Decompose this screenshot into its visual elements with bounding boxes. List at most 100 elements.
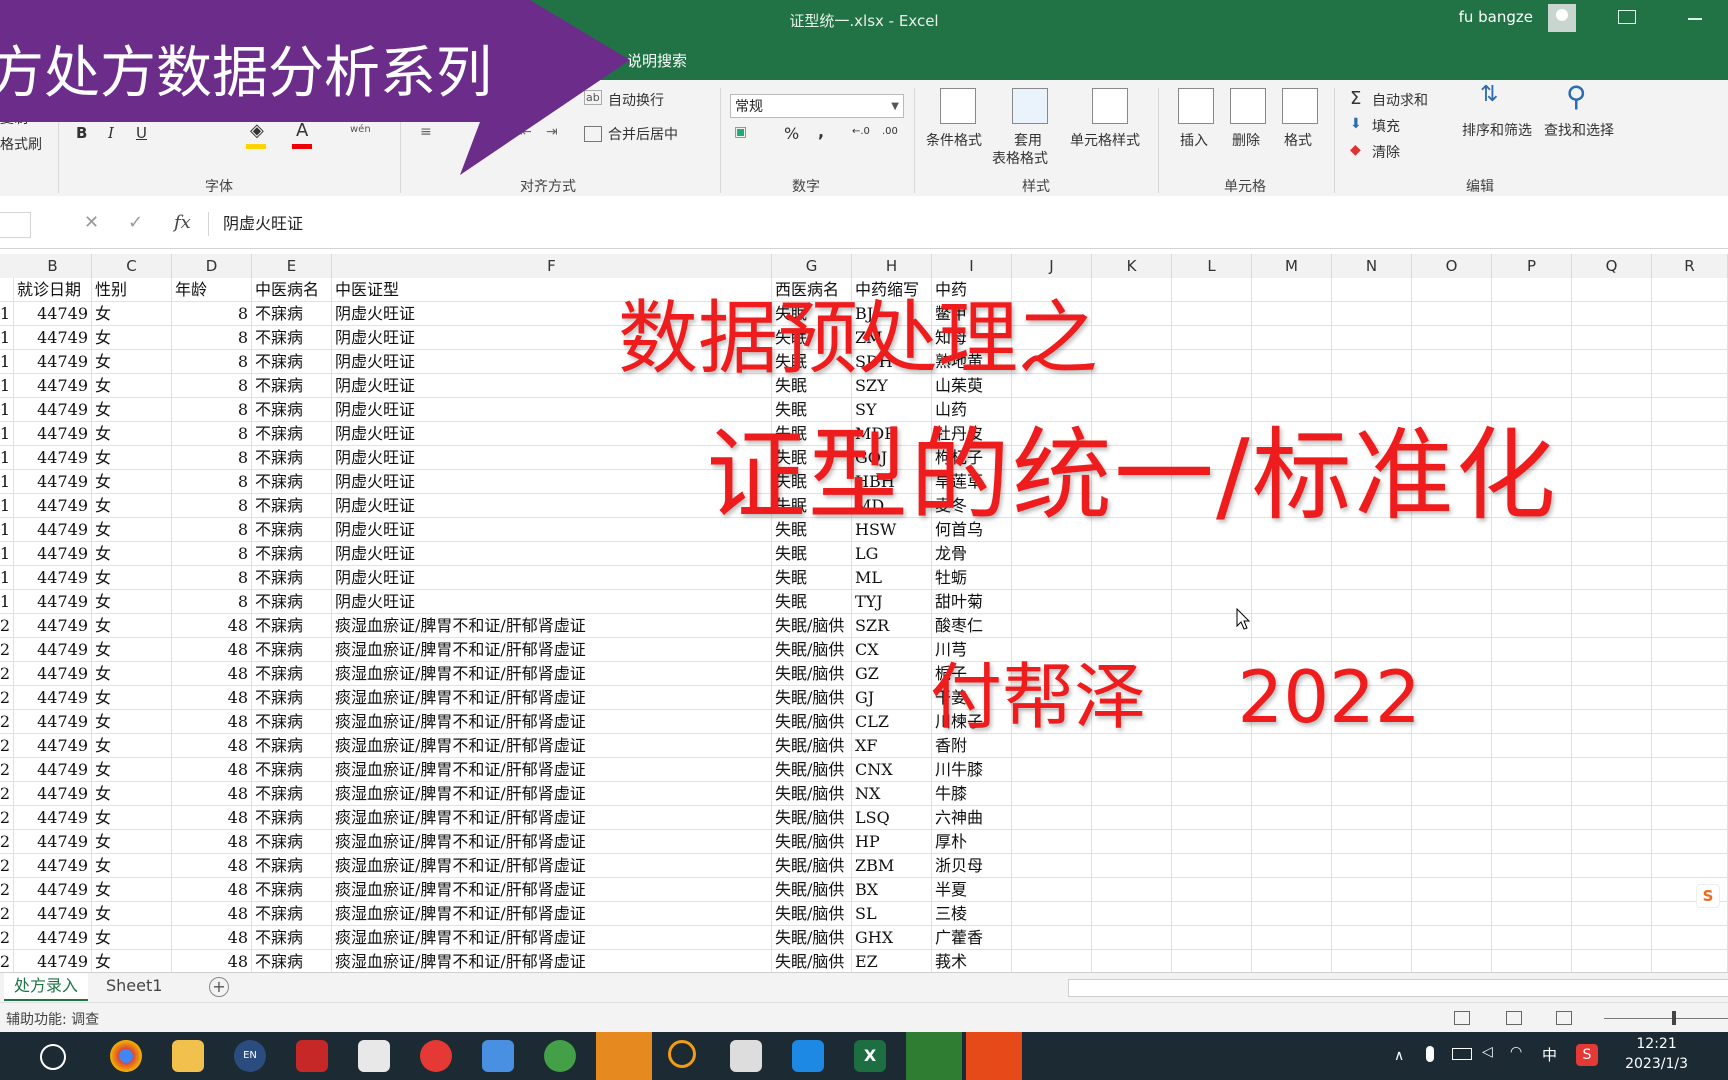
- table-cell[interactable]: 失眠/脑供: [772, 710, 852, 734]
- table-cell[interactable]: 2: [0, 710, 14, 734]
- empty-cell[interactable]: [1492, 830, 1572, 854]
- empty-cell[interactable]: [1652, 662, 1728, 686]
- table-cell[interactable]: 44749: [14, 662, 92, 686]
- table-cell[interactable]: 1: [0, 374, 14, 398]
- table-cell[interactable]: 44749: [14, 326, 92, 350]
- table-cell[interactable]: 8: [172, 374, 252, 398]
- empty-cell[interactable]: [1332, 278, 1412, 302]
- page-layout-icon[interactable]: [1506, 1011, 1522, 1025]
- empty-cell[interactable]: [1652, 926, 1728, 950]
- table-cell[interactable]: SZR: [852, 614, 932, 638]
- table-cell[interactable]: 女: [92, 782, 172, 806]
- increase-decimal-icon[interactable]: ←.0: [852, 126, 870, 137]
- table-cell[interactable]: 痰湿血瘀证/脾胃不和证/肝郁肾虚证: [332, 854, 772, 878]
- table-cell[interactable]: 48: [172, 662, 252, 686]
- table-cell[interactable]: 44749: [14, 782, 92, 806]
- empty-cell[interactable]: [1572, 734, 1652, 758]
- table-cell[interactable]: 不寐病: [252, 302, 332, 326]
- page-break-icon[interactable]: [1556, 1011, 1572, 1025]
- table-cell[interactable]: 1: [0, 422, 14, 446]
- empty-cell[interactable]: [1652, 686, 1728, 710]
- empty-cell[interactable]: [1012, 806, 1092, 830]
- table-cell[interactable]: 痰湿血瘀证/脾胃不和证/肝郁肾虚证: [332, 878, 772, 902]
- table-cell[interactable]: GJ: [852, 686, 932, 710]
- empty-cell[interactable]: [1492, 782, 1572, 806]
- table-cell[interactable]: 三棱: [932, 902, 1012, 926]
- empty-cell[interactable]: [1652, 758, 1728, 782]
- table-cell[interactable]: 不寐病: [252, 950, 332, 972]
- clear-button[interactable]: 清除: [1372, 142, 1400, 162]
- table-cell[interactable]: 女: [92, 494, 172, 518]
- tray-chevron-icon[interactable]: ∧: [1394, 1048, 1404, 1064]
- table-cell[interactable]: 阴虚火旺证: [332, 542, 772, 566]
- empty-cell[interactable]: [1012, 878, 1092, 902]
- empty-cell[interactable]: [1252, 350, 1332, 374]
- table-cell[interactable]: 44749: [14, 494, 92, 518]
- zoom-slider-thumb[interactable]: [1672, 1011, 1676, 1025]
- table-cell[interactable]: 44749: [14, 398, 92, 422]
- empty-cell[interactable]: [1572, 758, 1652, 782]
- empty-cell[interactable]: [1252, 758, 1332, 782]
- minimize-icon[interactable]: [1688, 18, 1702, 20]
- table-cell[interactable]: 不寐病: [252, 734, 332, 758]
- number-format-dropdown[interactable]: 常规 ▼: [730, 94, 904, 118]
- column-header[interactable]: C: [92, 254, 172, 278]
- ribbon-display-icon[interactable]: [1618, 10, 1636, 24]
- empty-cell[interactable]: [1572, 638, 1652, 662]
- empty-cell[interactable]: [1252, 950, 1332, 972]
- empty-cell[interactable]: [1012, 614, 1092, 638]
- table-cell[interactable]: 女: [92, 542, 172, 566]
- table-cell[interactable]: 牡蛎: [932, 566, 1012, 590]
- empty-cell[interactable]: [1652, 374, 1728, 398]
- table-cell[interactable]: 女: [92, 350, 172, 374]
- empty-cell[interactable]: [1412, 302, 1492, 326]
- empty-cell[interactable]: [1492, 854, 1572, 878]
- empty-cell[interactable]: [1092, 758, 1172, 782]
- empty-cell[interactable]: [1492, 710, 1572, 734]
- empty-cell[interactable]: [1572, 374, 1652, 398]
- table-cell[interactable]: 女: [92, 326, 172, 350]
- empty-cell[interactable]: [1252, 854, 1332, 878]
- column-header[interactable]: D: [172, 254, 252, 278]
- empty-cell[interactable]: [1572, 590, 1652, 614]
- empty-cell[interactable]: [1172, 830, 1252, 854]
- table-cell[interactable]: 广藿香: [932, 926, 1012, 950]
- sheet-tab-prescription[interactable]: 处方录入: [4, 973, 89, 1001]
- table-cell[interactable]: 44749: [14, 302, 92, 326]
- table-cell[interactable]: 48: [172, 902, 252, 926]
- empty-cell[interactable]: [1252, 566, 1332, 590]
- empty-cell[interactable]: [1492, 614, 1572, 638]
- empty-cell[interactable]: [1652, 494, 1728, 518]
- empty-cell[interactable]: [1412, 590, 1492, 614]
- table-cell[interactable]: BX: [852, 878, 932, 902]
- table-cell[interactable]: 1: [0, 542, 14, 566]
- empty-cell[interactable]: [1412, 734, 1492, 758]
- horizontal-scrollbar[interactable]: [1068, 979, 1728, 997]
- empty-cell[interactable]: [1492, 302, 1572, 326]
- empty-cell[interactable]: [1572, 782, 1652, 806]
- filezilla-icon[interactable]: [296, 1040, 328, 1072]
- empty-cell[interactable]: [1012, 902, 1092, 926]
- table-cell[interactable]: 失眠: [772, 542, 852, 566]
- empty-cell[interactable]: [1332, 854, 1412, 878]
- table-cell[interactable]: 8: [172, 590, 252, 614]
- table-cell[interactable]: 女: [92, 590, 172, 614]
- table-cell[interactable]: 莪术: [932, 950, 1012, 972]
- table-cell[interactable]: 44749: [14, 470, 92, 494]
- empty-cell[interactable]: [1412, 710, 1492, 734]
- empty-cell[interactable]: [1092, 950, 1172, 972]
- empty-cell[interactable]: [1092, 614, 1172, 638]
- table-cell[interactable]: 8: [172, 470, 252, 494]
- empty-cell[interactable]: [1332, 590, 1412, 614]
- table-cell[interactable]: 女: [92, 902, 172, 926]
- table-cell[interactable]: 2: [0, 926, 14, 950]
- empty-cell[interactable]: [1652, 782, 1728, 806]
- app-icon-red[interactable]: [420, 1040, 452, 1072]
- table-cell[interactable]: 2: [0, 758, 14, 782]
- empty-cell[interactable]: [1652, 590, 1728, 614]
- empty-cell[interactable]: [1252, 878, 1332, 902]
- empty-cell[interactable]: [1092, 302, 1172, 326]
- empty-cell[interactable]: [1652, 326, 1728, 350]
- currency-icon[interactable]: ▣: [734, 124, 747, 140]
- empty-cell[interactable]: [1572, 398, 1652, 422]
